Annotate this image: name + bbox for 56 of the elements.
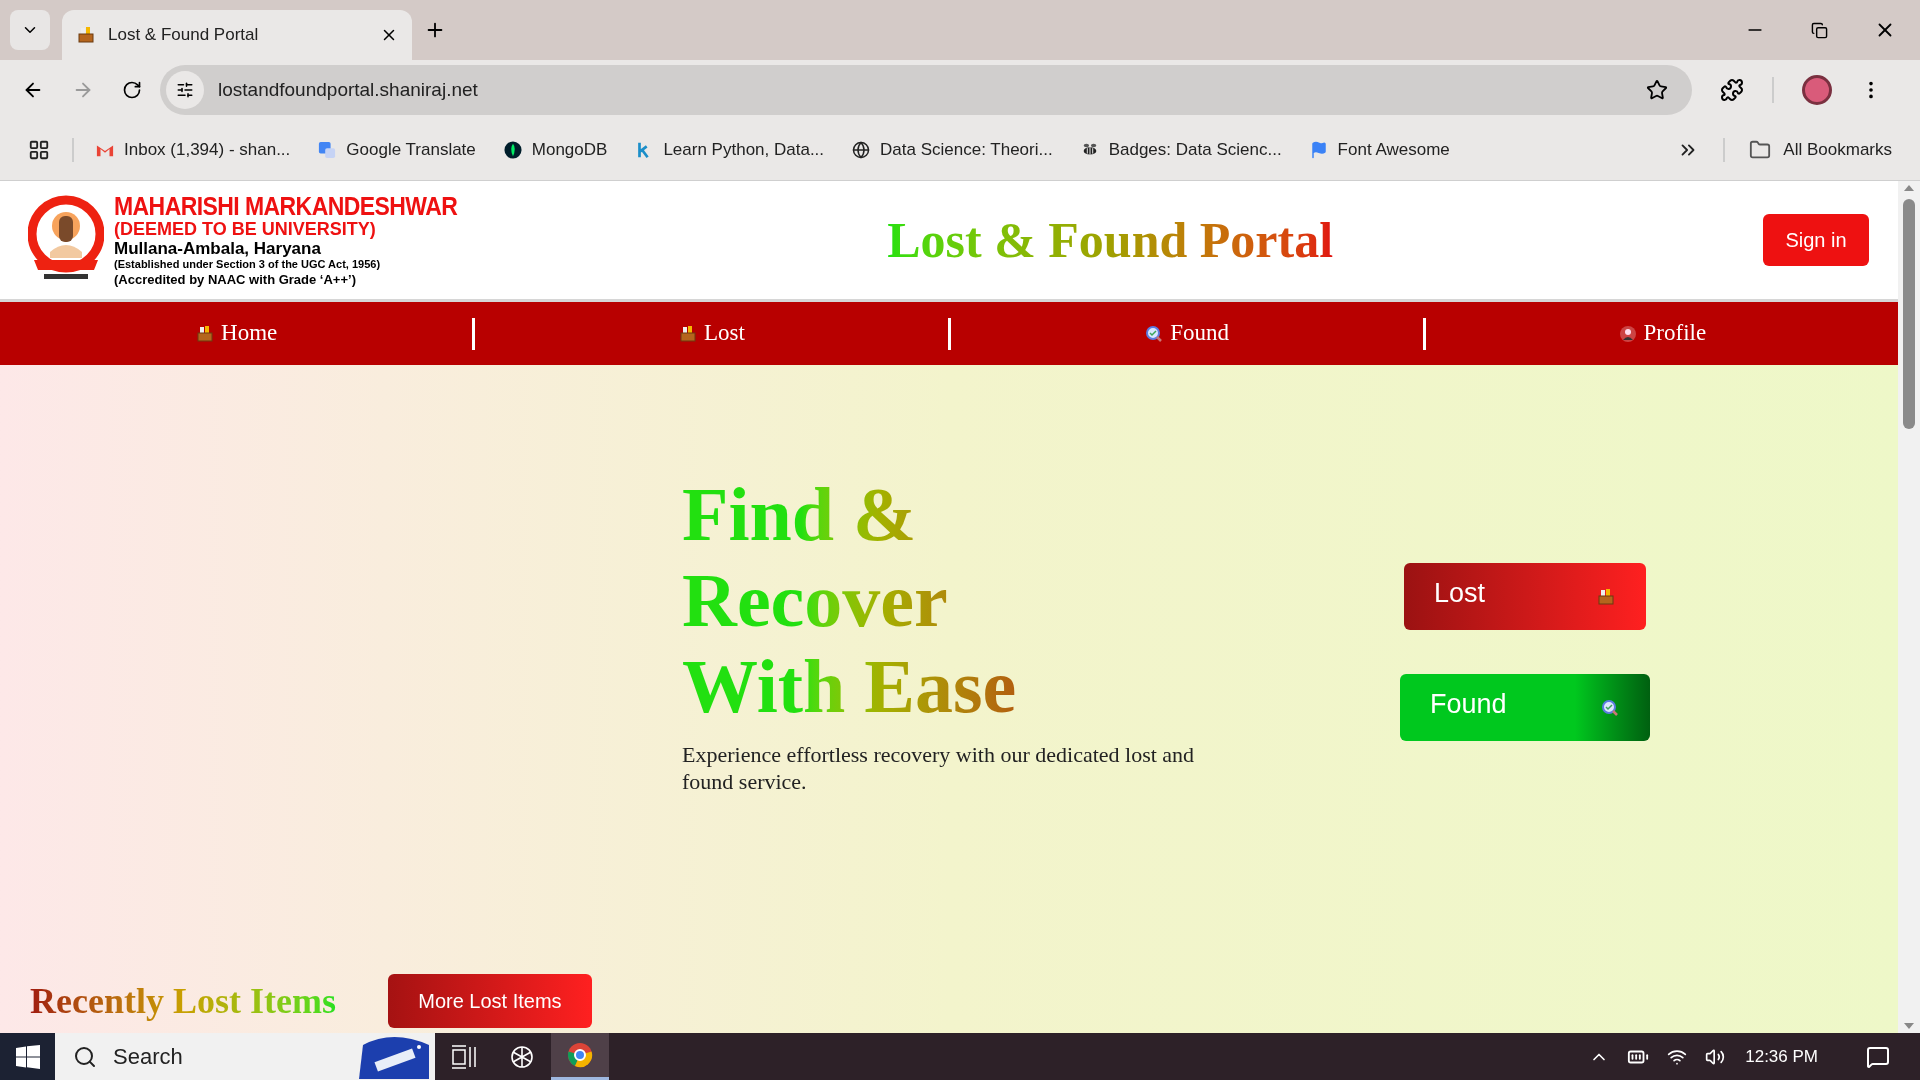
flag-icon <box>1309 141 1328 159</box>
scrollbar[interactable] <box>1898 181 1920 1033</box>
extensions-icon[interactable] <box>1720 78 1744 102</box>
nav-link[interactable]: Home <box>195 316 278 351</box>
apps-icon[interactable] <box>28 139 50 161</box>
hero-subtitle: Experience effortless recovery with our dedicated lost and found service. <box>682 741 1196 795</box>
folder-icon <box>1749 139 1772 161</box>
task-view-icon[interactable] <box>451 1044 477 1069</box>
scrollbar-thumb[interactable] <box>1903 199 1915 429</box>
all-bookmarks-button[interactable]: All Bookmarks <box>1749 137 1892 163</box>
browser-tab[interactable]: Lost & Found Portal <box>62 10 412 60</box>
bookmark-item[interactable]: Learn Python, Data... <box>635 137 825 163</box>
scroll-down-arrow-icon[interactable] <box>1904 1023 1914 1029</box>
university-name-line: (Accredited by NAAC with Grade ‘A++’) <box>114 272 357 286</box>
university-name-line: (Established under Section 3 of the UGC Act, 1956) <box>114 258 382 270</box>
bookmark-item[interactable]: Data Science: Theori... <box>852 137 1053 163</box>
chrome-icon[interactable] <box>567 1042 593 1068</box>
university-name-line: Mullana-Ambala, Haryana <box>114 239 321 257</box>
bookmark-item[interactable]: MongoDB <box>503 137 608 163</box>
notifications-icon[interactable] <box>1866 1044 1890 1069</box>
scroll-up-arrow-icon[interactable] <box>1904 185 1914 191</box>
address-bar[interactable]: lostandfoundportal.shaniraj.net <box>160 65 1692 115</box>
bookmark-item[interactable]: Badges: Data Scienc... <box>1080 137 1282 163</box>
university-name-line: (DEEMED TO BE UNIVERSITY) <box>114 219 377 238</box>
translate-icon <box>318 141 337 159</box>
reload-icon[interactable] <box>122 80 142 100</box>
clock-time[interactable]: 12:36 PM <box>1745 1043 1818 1070</box>
sign-in-button[interactable]: Sign in <box>1763 214 1869 266</box>
bookmark-star-icon[interactable] <box>1646 79 1668 101</box>
tab-title: Lost & Found Portal <box>108 24 260 47</box>
favicon-icon <box>76 25 96 45</box>
taskbar-search-field[interactable]: Search <box>113 1038 293 1075</box>
box-icon <box>195 323 215 344</box>
bookmark-item[interactable]: Font Awesome <box>1309 137 1450 163</box>
restore-icon[interactable] <box>1811 21 1828 39</box>
university-name-line: MAHARISHI MARKANDESHWAR <box>114 193 458 219</box>
profile-avatar[interactable] <box>1802 75 1832 105</box>
taskbar-search-box[interactable]: Search <box>55 1033 435 1080</box>
nav-link[interactable]: Lost <box>677 316 745 351</box>
search-icon <box>73 1044 97 1069</box>
box-icon <box>677 323 698 344</box>
windows-start-icon[interactable] <box>15 1044 40 1069</box>
bookmark-item[interactable]: Inbox (1,394) - shan... <box>96 137 291 163</box>
nav-link[interactable]: Found <box>1144 316 1229 351</box>
avatar-icon <box>1617 323 1638 344</box>
site-settings-icon[interactable] <box>176 81 194 99</box>
lost-box-icon <box>1596 586 1616 607</box>
url-text: lostandfoundportal.shaniraj.net <box>218 77 479 102</box>
bookmark-item[interactable]: Google Translate <box>318 137 476 163</box>
lost-button[interactable]: Lost <box>1404 563 1646 630</box>
magnifier-check-icon <box>1600 697 1620 718</box>
nav-link[interactable]: Profile <box>1617 316 1707 351</box>
globe-icon <box>852 141 871 159</box>
volume-icon[interactable] <box>1705 1046 1726 1067</box>
leaf-icon <box>503 141 522 159</box>
more-lost-items-button[interactable]: More Lost Items <box>387 974 592 1028</box>
